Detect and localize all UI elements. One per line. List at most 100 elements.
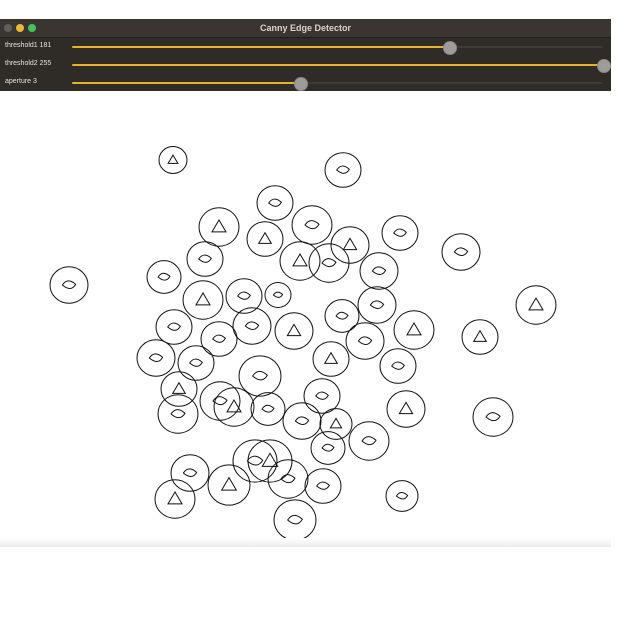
edge-ring bbox=[207, 464, 251, 506]
edge-image-canvas bbox=[49, 146, 557, 538]
edge-ring bbox=[303, 378, 341, 414]
window-bottom-edge bbox=[0, 538, 611, 547]
edge-ring bbox=[359, 252, 399, 290]
edge-ring-center bbox=[321, 258, 337, 268]
trackbar-label-threshold1: threshold1 181 bbox=[5, 42, 52, 49]
edge-ring bbox=[304, 468, 342, 504]
edge-ring bbox=[385, 480, 419, 512]
edge-ring-center bbox=[167, 154, 179, 164]
slider-knob-threshold1[interactable] bbox=[442, 41, 457, 55]
edge-ring-center bbox=[453, 247, 469, 256]
edge-ring-center bbox=[395, 492, 409, 500]
edge-ring bbox=[182, 280, 224, 320]
edge-ring-center bbox=[371, 266, 387, 275]
edge-ring-center bbox=[336, 165, 350, 174]
edge-ring-center bbox=[195, 292, 211, 306]
edge-ring bbox=[177, 345, 215, 381]
title-bar[interactable]: Canny Edge Detector bbox=[0, 19, 611, 38]
edge-ring bbox=[279, 241, 321, 281]
edge-ring-center bbox=[286, 514, 303, 525]
edge-ring-center bbox=[391, 361, 405, 370]
edge-ring bbox=[461, 319, 499, 355]
edge-ring-center bbox=[237, 291, 251, 300]
edge-ring bbox=[213, 387, 255, 427]
edge-ring bbox=[348, 421, 390, 461]
edge-ring bbox=[250, 392, 286, 426]
edge-ring-center bbox=[357, 336, 373, 345]
edge-ring-center bbox=[220, 476, 238, 491]
edge-ring-center bbox=[246, 455, 264, 466]
edge-ring bbox=[157, 394, 199, 434]
edge-ring-center bbox=[406, 322, 422, 336]
slider-track-threshold1[interactable] bbox=[72, 41, 603, 55]
edge-ring bbox=[308, 243, 350, 283]
edge-ring-center bbox=[292, 253, 308, 267]
edge-ring bbox=[312, 341, 350, 377]
slider-track-threshold2[interactable] bbox=[72, 59, 611, 73]
edge-ring-center bbox=[251, 370, 268, 381]
edge-ring bbox=[154, 479, 196, 519]
trackbar-label-aperture: aperture 3 bbox=[5, 78, 37, 85]
slider-fill-aperture bbox=[72, 82, 300, 84]
edge-ring-center bbox=[189, 358, 203, 367]
slider-fill-threshold2 bbox=[72, 64, 603, 66]
edge-ring bbox=[136, 339, 176, 377]
window-title: Canny Edge Detector bbox=[259, 23, 352, 33]
slider-fill-threshold1 bbox=[72, 46, 449, 48]
edge-ring bbox=[324, 299, 360, 333]
edge-ring-center bbox=[167, 491, 183, 505]
edge-ring-center bbox=[261, 404, 275, 413]
edge-ring bbox=[267, 459, 309, 499]
slider-knob-aperture[interactable] bbox=[293, 77, 308, 91]
edge-ring bbox=[381, 215, 419, 251]
slider-track-aperture[interactable] bbox=[72, 77, 603, 91]
edge-ring bbox=[282, 402, 322, 440]
edge-ring bbox=[319, 408, 353, 440]
edge-ring-center bbox=[316, 481, 330, 490]
edge-ring-center bbox=[170, 409, 186, 419]
edge-ring-center bbox=[528, 297, 544, 311]
edge-ring-center bbox=[393, 228, 407, 237]
edge-ring-center bbox=[268, 198, 282, 207]
edge-ring-center bbox=[167, 322, 181, 331]
edge-ring bbox=[264, 282, 292, 308]
edge-ring-center bbox=[148, 353, 164, 362]
edge-ring-center bbox=[304, 220, 320, 230]
edge-ring bbox=[472, 397, 514, 437]
edge-ring bbox=[393, 310, 435, 350]
edge-ring-center bbox=[198, 254, 212, 263]
app-window: Canny Edge Detector threshold1 181 thres… bbox=[0, 19, 611, 547]
edge-ring bbox=[310, 431, 346, 465]
edge-ring-center bbox=[286, 323, 302, 337]
trackbar-threshold2: threshold2 255 bbox=[0, 56, 611, 74]
edge-ring bbox=[186, 241, 224, 277]
edge-ring bbox=[345, 322, 385, 360]
edge-ring-center bbox=[171, 381, 187, 394]
edge-ring bbox=[238, 355, 282, 397]
edge-ring bbox=[256, 185, 294, 221]
edge-ring-center bbox=[335, 311, 349, 320]
edge-ring-center bbox=[329, 417, 343, 429]
edge-ring bbox=[441, 233, 481, 271]
edge-ring-center bbox=[342, 237, 358, 251]
edge-ring bbox=[246, 221, 284, 257]
edge-ring bbox=[160, 371, 198, 407]
edge-ring-center bbox=[472, 329, 488, 342]
trackbar-aperture: aperture 3 bbox=[0, 74, 611, 92]
edge-ring-center bbox=[323, 351, 339, 364]
edge-ring-center bbox=[485, 412, 501, 422]
edge-ring-center bbox=[280, 474, 296, 484]
edge-ring bbox=[291, 205, 333, 245]
edge-ring-center bbox=[398, 401, 414, 415]
slider-knob-threshold2[interactable] bbox=[597, 59, 611, 73]
edge-ring-center bbox=[212, 334, 226, 343]
edge-ring bbox=[198, 207, 240, 247]
edge-ring bbox=[200, 321, 238, 357]
edge-ring bbox=[232, 307, 272, 345]
edge-ring bbox=[158, 146, 188, 174]
edge-ring bbox=[155, 309, 193, 345]
trackbar-label-threshold2: threshold2 255 bbox=[5, 60, 52, 67]
edge-ring bbox=[274, 312, 314, 350]
edge-ring bbox=[357, 286, 397, 324]
edge-ring-center bbox=[369, 300, 385, 309]
